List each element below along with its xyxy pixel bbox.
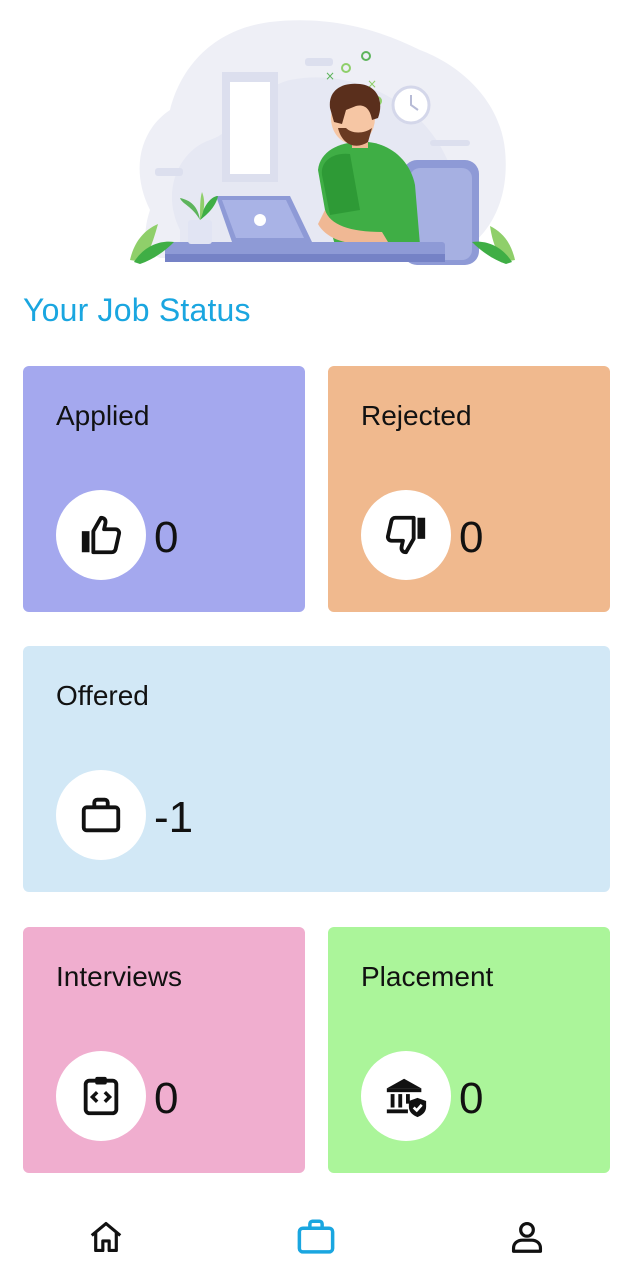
card-label: Applied xyxy=(56,400,150,431)
thumbs-down-icon xyxy=(385,515,426,555)
nav-home[interactable] xyxy=(84,1215,128,1259)
icon-badge xyxy=(56,770,146,860)
section-title: Your Job Status xyxy=(23,292,251,328)
offered-card[interactable]: Offered -1 xyxy=(23,646,610,892)
applied-count: 0 xyxy=(154,513,179,562)
hero-illustration: × × xyxy=(130,20,515,265)
svg-text:×: × xyxy=(325,69,335,83)
card-label: Rejected xyxy=(361,400,472,431)
card-label: Offered xyxy=(56,680,149,711)
rejected-count: 0 xyxy=(459,513,484,562)
thumbs-up-icon xyxy=(81,515,122,555)
card-label: Placement xyxy=(361,961,494,992)
icon-badge xyxy=(361,1051,451,1141)
interviews-card[interactable]: Interviews 0 xyxy=(23,927,305,1173)
briefcase-icon xyxy=(81,797,121,833)
interviews-count: 0 xyxy=(154,1074,179,1123)
nav-jobs[interactable] xyxy=(294,1215,338,1259)
offered-count: -1 xyxy=(154,793,194,842)
bank-shield-icon xyxy=(386,1078,427,1118)
nav-profile[interactable] xyxy=(505,1215,549,1259)
rejected-card[interactable]: Rejected 0 xyxy=(328,366,610,612)
code-clipboard-icon xyxy=(83,1076,119,1116)
card-label: Interviews xyxy=(56,961,183,992)
profile-icon xyxy=(511,1221,543,1253)
icon-badge xyxy=(56,490,146,580)
icon-badge xyxy=(361,490,451,580)
placement-card[interactable]: Placement 0 xyxy=(328,927,610,1173)
placement-count: 0 xyxy=(459,1074,484,1123)
icon-badge xyxy=(56,1051,146,1141)
bottom-nav xyxy=(0,1195,633,1280)
applied-card[interactable]: Applied 0 xyxy=(23,366,305,612)
home-icon xyxy=(90,1221,122,1253)
briefcase-icon xyxy=(297,1219,335,1254)
